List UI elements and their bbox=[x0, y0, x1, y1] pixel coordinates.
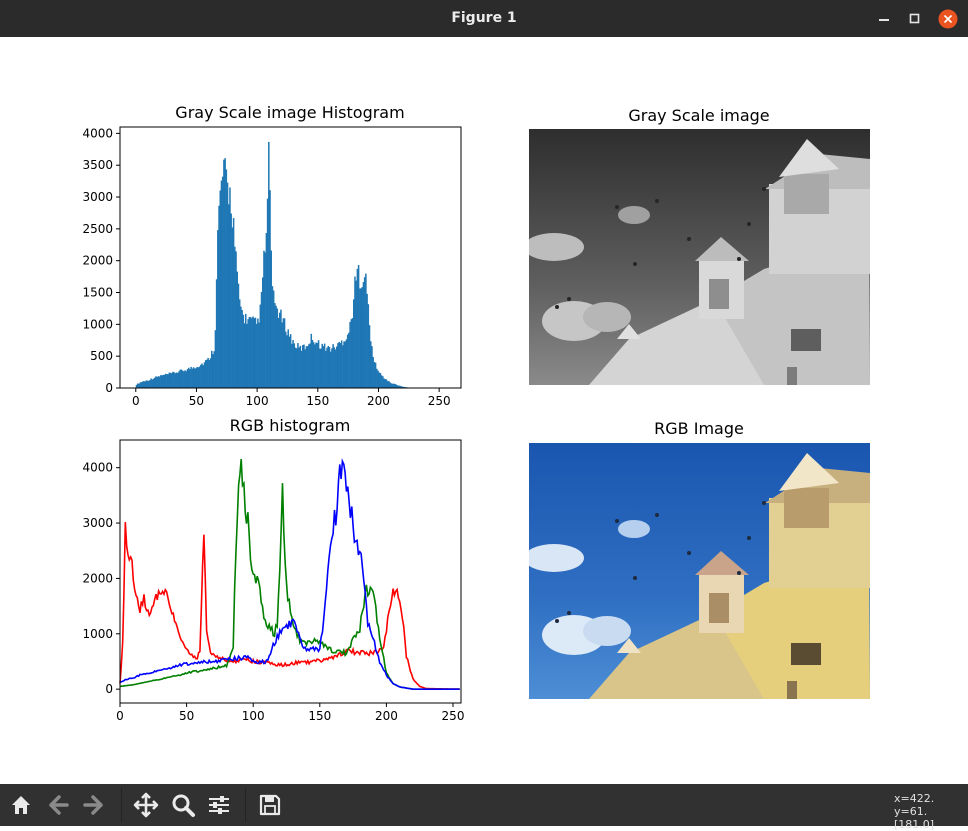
histogram-line bbox=[120, 459, 460, 689]
x-tick-label: 200 bbox=[367, 394, 390, 408]
y-tick-label: 500 bbox=[90, 349, 113, 363]
x-tick-label: 250 bbox=[428, 394, 451, 408]
y-tick-label: 1000 bbox=[82, 317, 113, 331]
gray-scale-image bbox=[524, 129, 870, 385]
figure-canvas[interactable]: Gray Scale image Histogram 0 50 100 150 200 2… bbox=[0, 37, 968, 784]
navigation-toolbar: x=422. y=61. [181.0] bbox=[0, 784, 968, 826]
rgb-histogram-lines bbox=[120, 459, 460, 689]
y-tick-label: 4000 bbox=[82, 126, 113, 140]
coords-value: [181.0] bbox=[894, 818, 968, 831]
x-tick-label: 0 bbox=[116, 709, 124, 723]
pan-icon bbox=[133, 792, 159, 818]
x-tick-label: 100 bbox=[242, 709, 265, 723]
x-tick-label: 0 bbox=[132, 394, 140, 408]
configure-subplots-button[interactable] bbox=[206, 792, 232, 818]
y-tick-label: 1000 bbox=[82, 627, 113, 641]
toolbar-separator bbox=[245, 788, 246, 822]
window-titlebar: Figure 1 bbox=[0, 0, 968, 37]
rgb-histogram-axes: RGB histogram 0 50 100 150 200 250 0 1000 2000 30… bbox=[82, 416, 464, 723]
rgb-histogram-title: RGB histogram bbox=[230, 416, 351, 435]
home-icon bbox=[8, 792, 34, 818]
coords-xy: x=422. y=61. bbox=[894, 792, 968, 818]
x-tick-label: 250 bbox=[442, 709, 465, 723]
x-tick-label: 50 bbox=[179, 709, 194, 723]
x-tick-label: 200 bbox=[375, 709, 398, 723]
zoom-button[interactable] bbox=[170, 792, 196, 818]
x-tick-label: 150 bbox=[306, 394, 329, 408]
y-tick-label: 0 bbox=[105, 381, 113, 395]
gray-image-title: Gray Scale image bbox=[628, 106, 769, 125]
forward-icon bbox=[81, 792, 107, 818]
rgb-image-title: RGB Image bbox=[654, 419, 744, 438]
x-tick-label: 100 bbox=[246, 394, 269, 408]
cursor-coordinates: x=422. y=61. [181.0] bbox=[894, 792, 968, 831]
zoom-icon bbox=[170, 792, 196, 818]
rgb-image bbox=[524, 443, 870, 699]
y-tick-label: 1500 bbox=[82, 286, 113, 300]
gray-histogram-bars bbox=[136, 142, 415, 388]
close-icon bbox=[938, 9, 958, 29]
gray-histogram-axes: Gray Scale image Histogram 0 50 100 150 200 2… bbox=[82, 103, 461, 408]
toolbar-separator bbox=[121, 788, 122, 822]
y-tick-label: 3000 bbox=[82, 516, 113, 530]
close-button[interactable] bbox=[938, 9, 958, 29]
maximize-icon bbox=[905, 9, 925, 29]
back-button[interactable] bbox=[45, 792, 71, 818]
y-tick-label: 3500 bbox=[82, 158, 113, 172]
save-icon bbox=[257, 792, 283, 818]
y-tick-label: 3000 bbox=[82, 190, 113, 204]
minimize-icon bbox=[874, 9, 894, 29]
maximize-button[interactable] bbox=[905, 9, 925, 29]
y-tick-label: 2500 bbox=[82, 222, 113, 236]
x-tick-label: 50 bbox=[189, 394, 204, 408]
figure-svg: Gray Scale image Histogram 0 50 100 150 200 2… bbox=[0, 37, 968, 784]
gray-histogram-title: Gray Scale image Histogram bbox=[175, 103, 404, 122]
x-tick-label: 150 bbox=[308, 709, 331, 723]
configure-icon bbox=[206, 792, 232, 818]
histogram-line bbox=[120, 461, 460, 689]
y-tick-label: 2000 bbox=[82, 571, 113, 585]
forward-button[interactable] bbox=[81, 792, 107, 818]
window-title: Figure 1 bbox=[0, 10, 968, 26]
save-button[interactable] bbox=[257, 792, 283, 818]
back-icon bbox=[45, 792, 71, 818]
minimize-button[interactable] bbox=[874, 9, 894, 29]
y-tick-label: 4000 bbox=[82, 461, 113, 475]
y-tick-label: 0 bbox=[105, 682, 113, 696]
home-button[interactable] bbox=[8, 792, 34, 818]
pan-button[interactable] bbox=[133, 792, 159, 818]
y-tick-label: 2000 bbox=[82, 254, 113, 268]
